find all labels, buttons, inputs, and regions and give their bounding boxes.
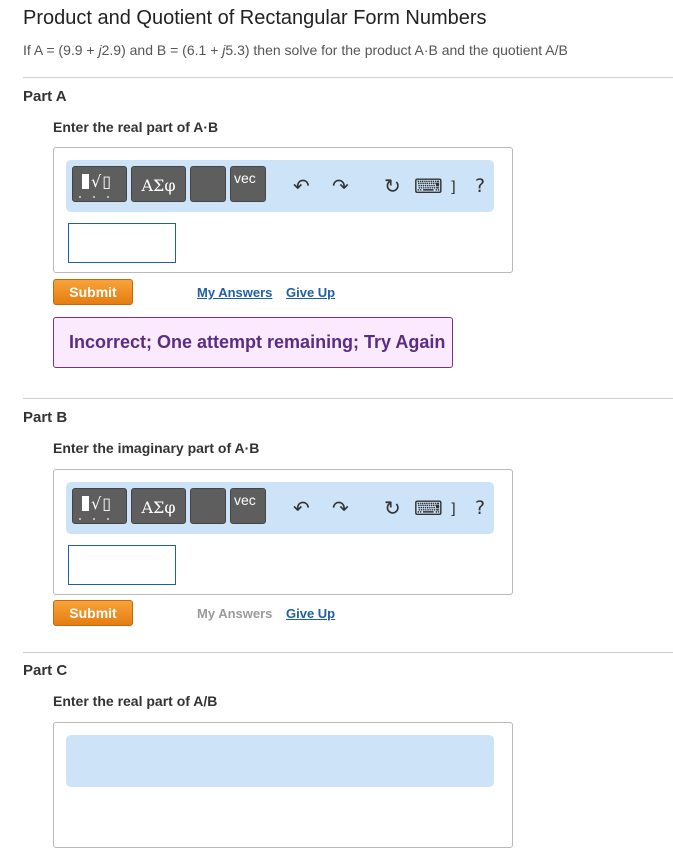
part-b-title: Part B bbox=[23, 409, 68, 426]
keyboard-icon[interactable]: ⌨ bbox=[414, 496, 443, 520]
part-c-prompt: Enter the real part of A/B bbox=[53, 693, 218, 709]
part-b-submit-button[interactable]: Submit bbox=[53, 600, 133, 626]
part-a-prompt: Enter the real part of A·B bbox=[53, 119, 219, 135]
part-a-answer-input[interactable] bbox=[68, 223, 176, 263]
vector-label: vec bbox=[234, 492, 256, 508]
math-toolbar bbox=[66, 735, 494, 787]
part-a-submit-button[interactable]: Submit bbox=[53, 279, 133, 305]
problem-statement: If A = (9.9 + j2.9) and B = (6.1 + j5.3)… bbox=[23, 42, 568, 58]
part-a-answer-box: √▯ ΑΣφ vec ↶ ↷ ↻ ⌨ ] ? bbox=[53, 147, 513, 273]
greek-symbols-label: ΑΣφ bbox=[141, 176, 176, 195]
reset-icon[interactable]: ↻ bbox=[384, 174, 401, 198]
divider bbox=[23, 77, 673, 78]
part-b-my-answers-link: My Answers bbox=[197, 606, 273, 621]
part-b-give-up-link[interactable]: Give Up bbox=[286, 606, 335, 621]
reset-icon[interactable]: ↻ bbox=[384, 496, 401, 520]
greek-symbols-label: ΑΣφ bbox=[141, 498, 176, 517]
part-b-answer-box: √▯ ΑΣφ vec ↶ ↷ ↻ ⌨ ] ? bbox=[53, 469, 513, 595]
undo-icon[interactable]: ↶ bbox=[293, 496, 310, 520]
part-a-title: Part A bbox=[23, 88, 67, 105]
shortcuts-label[interactable]: ] bbox=[450, 178, 456, 196]
greek-symbols-button[interactable]: ΑΣφ bbox=[131, 488, 186, 524]
divider bbox=[23, 398, 673, 399]
divider bbox=[23, 652, 673, 653]
vector-button[interactable]: vec bbox=[230, 166, 266, 202]
redo-icon[interactable]: ↷ bbox=[332, 496, 349, 520]
shortcuts-label[interactable]: ] bbox=[450, 500, 456, 518]
keyboard-icon[interactable]: ⌨ bbox=[414, 174, 443, 198]
vector-button[interactable]: vec bbox=[230, 488, 266, 524]
blank-tool-button[interactable] bbox=[190, 166, 226, 202]
dots-decoration bbox=[79, 518, 120, 520]
blank-tool-button[interactable] bbox=[190, 488, 226, 524]
templates-icon: √▯ bbox=[82, 172, 112, 191]
part-c-title: Part C bbox=[23, 662, 68, 679]
undo-icon[interactable]: ↶ bbox=[293, 174, 310, 198]
math-toolbar: √▯ ΑΣφ vec ↶ ↷ ↻ ⌨ ] ? bbox=[66, 482, 494, 534]
templates-icon: √▯ bbox=[82, 494, 112, 513]
page-title: Product and Quotient of Rectangular Form… bbox=[23, 7, 487, 29]
part-a-my-answers-link[interactable]: My Answers bbox=[197, 285, 272, 300]
math-toolbar: √▯ ΑΣφ vec ↶ ↷ ↻ ⌨ ] ? bbox=[66, 160, 494, 212]
greek-symbols-button[interactable]: ΑΣφ bbox=[131, 166, 186, 202]
templates-button[interactable]: √▯ bbox=[72, 488, 127, 524]
vector-label: vec bbox=[234, 170, 256, 186]
dots-decoration bbox=[79, 196, 120, 198]
help-icon[interactable]: ? bbox=[475, 175, 485, 197]
templates-button[interactable]: √▯ bbox=[72, 166, 127, 202]
redo-icon[interactable]: ↷ bbox=[332, 174, 349, 198]
help-icon[interactable]: ? bbox=[475, 497, 485, 519]
part-a-feedback-message: Incorrect; One attempt remaining; Try Ag… bbox=[53, 317, 453, 368]
part-a-give-up-link[interactable]: Give Up bbox=[286, 285, 335, 300]
part-b-answer-input[interactable] bbox=[68, 545, 176, 585]
part-c-answer-box bbox=[53, 722, 513, 848]
part-b-prompt: Enter the imaginary part of A·B bbox=[53, 440, 260, 456]
